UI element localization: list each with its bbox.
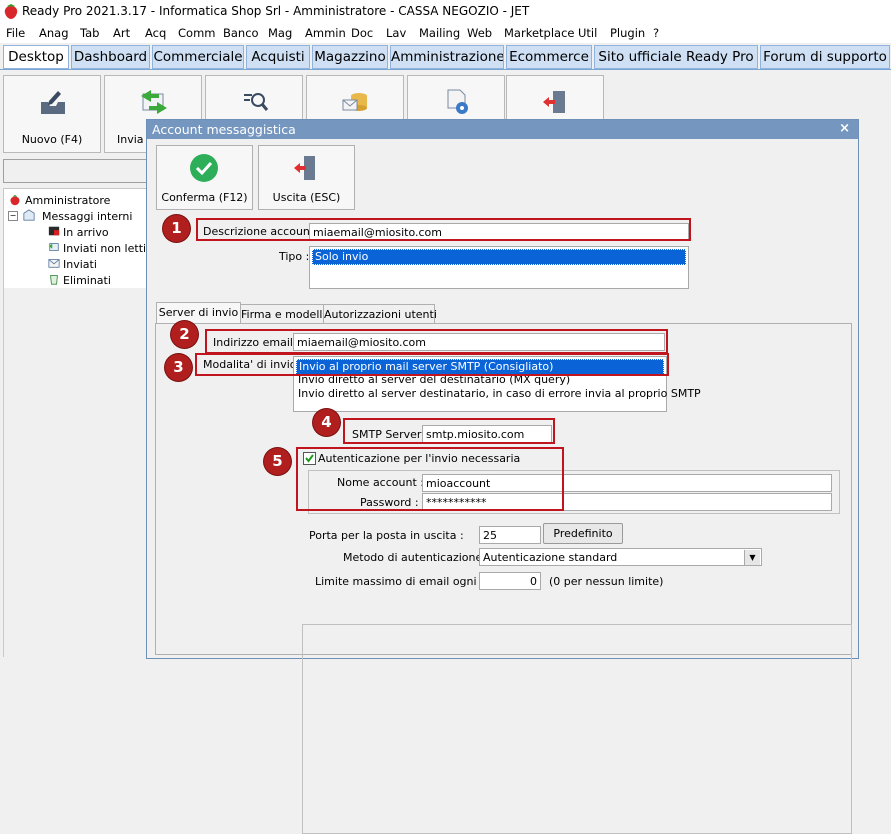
menu-ammin[interactable]: Ammin bbox=[305, 26, 346, 40]
annotation-box-3 bbox=[195, 353, 669, 376]
exit-button[interactable]: Uscita (ESC) bbox=[258, 145, 355, 210]
menu-tab[interactable]: Tab bbox=[80, 26, 99, 40]
tab-firma-modelli[interactable]: Firma e modelli bbox=[240, 304, 326, 324]
menu-acq[interactable]: Acq bbox=[145, 26, 166, 40]
annotation-box-1 bbox=[196, 218, 691, 241]
menu-anag[interactable]: Anag bbox=[39, 26, 69, 40]
tree-item-sent-unread[interactable]: Inviati non letti bbox=[63, 242, 146, 255]
annotation-badge-1: 1 bbox=[163, 215, 190, 242]
tab-commerciale[interactable]: Commerciale bbox=[152, 45, 244, 69]
document-gear-icon bbox=[447, 89, 468, 114]
tree-group-messages[interactable]: Messaggi interni bbox=[42, 210, 132, 223]
tab-autorizzazioni[interactable]: Autorizzazioni utenti bbox=[323, 304, 437, 324]
recycle-bin-icon bbox=[50, 275, 58, 285]
main-tab-strip: Desktop Dashboard Commerciale Acquisti M… bbox=[0, 43, 891, 70]
annotation-badge-2: 2 bbox=[171, 321, 198, 348]
exit-door-icon bbox=[543, 91, 565, 113]
limit-label: Limite massimo di email ogni ora : bbox=[315, 575, 506, 588]
method-label: Metodo di autenticazione : bbox=[343, 551, 490, 564]
annotation-box-2 bbox=[205, 329, 668, 354]
menu-marketplace[interactable]: Marketplace bbox=[504, 26, 574, 40]
exit-door-icon bbox=[294, 156, 315, 180]
annotation-badge-5: 5 bbox=[264, 448, 291, 475]
tab-acquisti[interactable]: Acquisti bbox=[246, 45, 310, 69]
menu-doc[interactable]: Doc bbox=[351, 26, 373, 40]
method-select[interactable]: Autenticazione standard ▼ bbox=[479, 548, 762, 566]
tipo-option-solo-invio[interactable]: Solo invio bbox=[312, 249, 686, 265]
mail-database-icon bbox=[342, 93, 367, 111]
menu-banco[interactable]: Banco bbox=[223, 26, 259, 40]
strawberry-logo-icon bbox=[4, 4, 18, 19]
tree-root[interactable]: Amministratore bbox=[25, 194, 110, 207]
inbox-edit-icon bbox=[41, 91, 65, 114]
menu-comm[interactable]: Comm bbox=[178, 26, 215, 40]
tipo-label: Tipo : bbox=[279, 250, 310, 263]
checkmark-icon bbox=[190, 154, 218, 182]
menu-plugin[interactable]: Plugin bbox=[610, 26, 645, 40]
tab-dashboard[interactable]: Dashboard bbox=[71, 45, 150, 69]
tipo-listbox[interactable]: Solo invio bbox=[309, 246, 689, 289]
port-input[interactable]: 25 bbox=[479, 526, 541, 544]
tab-forum-supporto[interactable]: Forum di supporto bbox=[760, 45, 890, 69]
menu-lav[interactable]: Lav bbox=[386, 26, 406, 40]
send-receive-icon bbox=[141, 90, 167, 114]
tree-item-sent[interactable]: Inviati bbox=[63, 258, 97, 271]
tab-desktop[interactable]: Desktop bbox=[3, 45, 69, 69]
sent-unread-icon bbox=[48, 243, 59, 251]
confirm-button-label: Conferma (F12) bbox=[161, 191, 248, 204]
limit-input[interactable]: 0 bbox=[479, 572, 541, 590]
tree-item-deleted[interactable]: Eliminati bbox=[63, 274, 111, 287]
annotation-badge-3: 3 bbox=[165, 354, 192, 381]
search-list-icon bbox=[244, 93, 269, 111]
menu-file[interactable]: File bbox=[6, 26, 25, 40]
tree-item-inbox[interactable]: In arrivo bbox=[63, 226, 109, 239]
new-button-label: Nuovo (F4) bbox=[21, 133, 83, 146]
menu-web[interactable]: Web bbox=[467, 26, 492, 40]
tab-magazzino[interactable]: Magazzino bbox=[312, 45, 388, 69]
menu-mailing[interactable]: Mailing bbox=[419, 26, 460, 40]
annotation-box-4 bbox=[343, 418, 555, 444]
tab-amministrazione[interactable]: Amministrazione bbox=[390, 45, 504, 69]
inbox-icon bbox=[48, 226, 60, 236]
limit-hint: (0 per nessun limite) bbox=[549, 575, 664, 588]
menu-util[interactable]: Util bbox=[578, 26, 597, 40]
dialog-title-bar: Account messaggistica × bbox=[147, 120, 858, 139]
tree-collapse-toggle[interactable]: − bbox=[8, 211, 18, 221]
title-bar: Ready Pro 2021.3.17 - Informatica Shop S… bbox=[0, 0, 891, 23]
dialog-title: Account messaggistica bbox=[152, 122, 296, 137]
account-dialog: Account messaggistica × Conferma (F12) U… bbox=[146, 119, 859, 834]
window-title: Ready Pro 2021.3.17 - Informatica Shop S… bbox=[22, 4, 530, 18]
mode-option-mx-fallback[interactable]: Invio diretto al server destinatario, in… bbox=[296, 387, 701, 401]
annotation-badge-4: 4 bbox=[313, 409, 340, 436]
sent-icon bbox=[48, 259, 60, 268]
menu-bar: File Anag Tab Art Acq Comm Banco Mag Amm… bbox=[0, 23, 891, 43]
menu-help[interactable]: ? bbox=[653, 26, 659, 40]
tab-ecommerce[interactable]: Ecommerce bbox=[506, 45, 592, 69]
exit-button-label: Uscita (ESC) bbox=[272, 191, 341, 204]
menu-art[interactable]: Art bbox=[113, 26, 130, 40]
tab-server-invio[interactable]: Server di invio bbox=[156, 302, 241, 325]
confirm-button[interactable]: Conferma (F12) bbox=[156, 145, 253, 210]
tab-sito-ufficiale[interactable]: Sito ufficiale Ready Pro bbox=[594, 45, 758, 69]
default-port-button[interactable]: Predefinito bbox=[543, 523, 623, 544]
new-button[interactable]: Nuovo (F4) bbox=[3, 75, 101, 153]
messages-icon bbox=[23, 209, 35, 221]
chevron-down-icon[interactable]: ▼ bbox=[744, 550, 760, 565]
method-value: Autenticazione standard bbox=[483, 551, 618, 564]
smtp-group-box bbox=[302, 624, 852, 834]
close-icon[interactable]: × bbox=[839, 121, 850, 136]
port-label: Porta per la posta in uscita : bbox=[309, 529, 464, 542]
annotation-box-5 bbox=[296, 447, 564, 511]
strawberry-user-icon bbox=[10, 194, 20, 206]
menu-mag[interactable]: Mag bbox=[268, 26, 292, 40]
